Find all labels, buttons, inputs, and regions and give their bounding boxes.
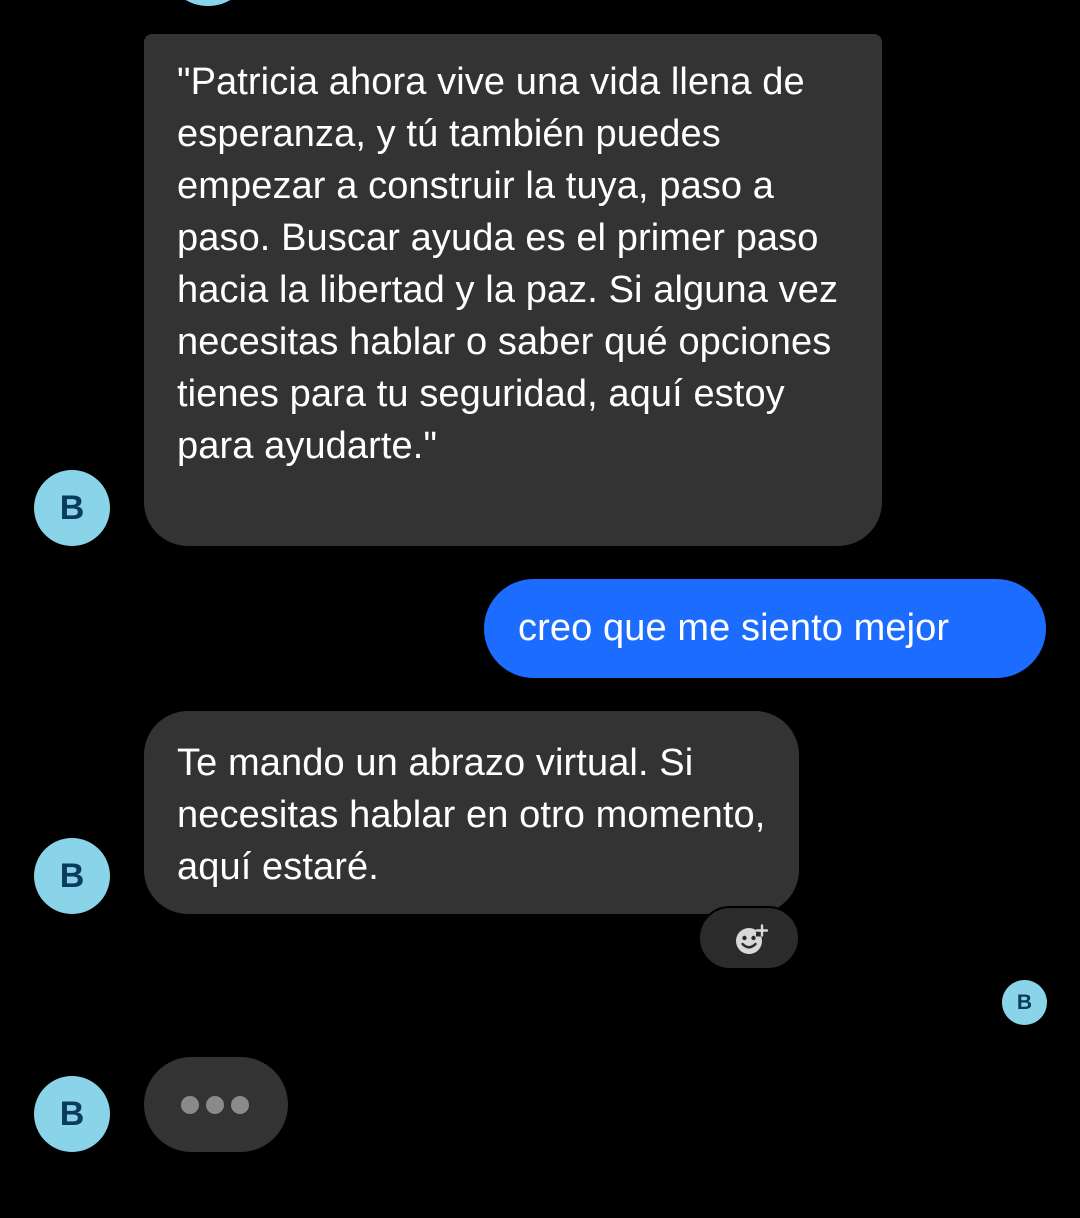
- message-bubble-outgoing[interactable]: creo que me siento mejor: [484, 579, 1046, 678]
- partial-avatar-top: [172, 0, 244, 6]
- read-receipt-avatar: B: [1002, 980, 1047, 1025]
- contact-avatar[interactable]: B: [34, 470, 110, 546]
- contact-avatar[interactable]: B: [34, 1076, 110, 1152]
- message-bubble-incoming[interactable]: Te mando un abrazo virtual. Si necesitas…: [144, 711, 799, 914]
- add-reaction-button[interactable]: [698, 906, 800, 970]
- message-bubble-incoming[interactable]: "Patricia ahora vive una vida llena de e…: [144, 34, 882, 546]
- typing-dot: [231, 1096, 249, 1114]
- typing-dot: [206, 1096, 224, 1114]
- contact-avatar[interactable]: B: [34, 838, 110, 914]
- typing-indicator: [144, 1057, 288, 1152]
- add-reaction-icon: [736, 924, 769, 954]
- typing-dot: [181, 1096, 199, 1114]
